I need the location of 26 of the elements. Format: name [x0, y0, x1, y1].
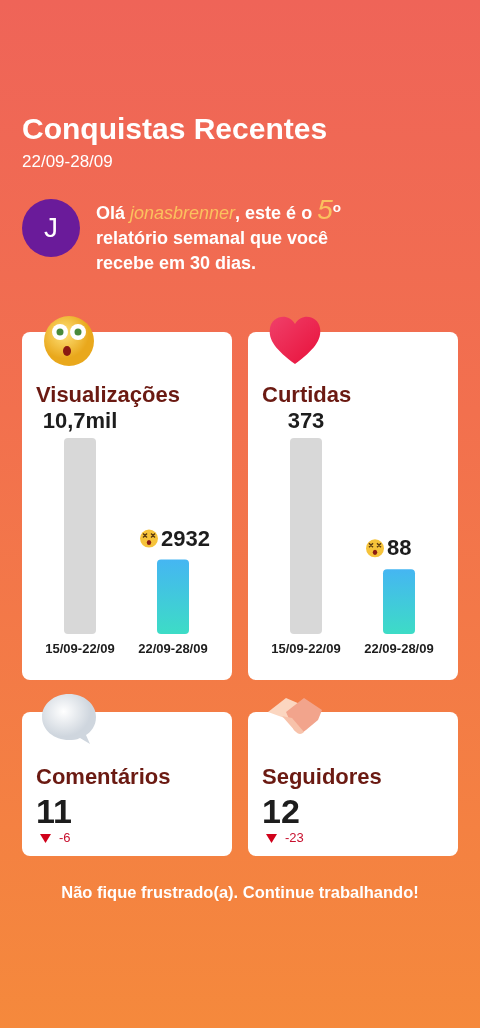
change-value: -23: [285, 829, 304, 848]
value-label: 10,7mil: [42, 408, 118, 434]
card-title: Visualizações: [36, 382, 181, 409]
dizzy-face-icon: [140, 529, 158, 548]
stat-value: 12: [262, 794, 301, 829]
category-label: 22/09-28/09: [138, 641, 208, 657]
card-title: Seguidores: [262, 764, 383, 791]
down-triangle-icon: [266, 833, 277, 843]
value-label: 2932: [161, 525, 210, 551]
avatar: J: [22, 198, 80, 257]
category-label: 22/09-28/09: [364, 641, 434, 657]
value-label: 88: [387, 535, 412, 561]
bar: [383, 569, 415, 635]
stat-value: 11: [36, 794, 73, 829]
dizzy-face-icon: [366, 539, 384, 558]
category-label: 15/09-22/09: [271, 641, 341, 657]
date-range: 22/09-28/09: [22, 151, 114, 173]
page-title: Conquistas Recentes: [22, 112, 329, 145]
down-triangle-icon: [40, 833, 51, 843]
greeting-message: Olá jonasbrenner, este é o 5$^{o}$ relatório semanal que você recebe em 30 dias.: [96, 198, 342, 275]
category-label: 15/09-22/09: [45, 641, 115, 657]
change-value: -6: [59, 829, 71, 848]
card-title: Curtidas: [262, 382, 353, 409]
card-title: Comentários: [36, 764, 172, 791]
footer-message: Não fique frustrado(a). Continue trabalhando!: [60, 882, 420, 904]
value-label: 373: [287, 408, 325, 434]
